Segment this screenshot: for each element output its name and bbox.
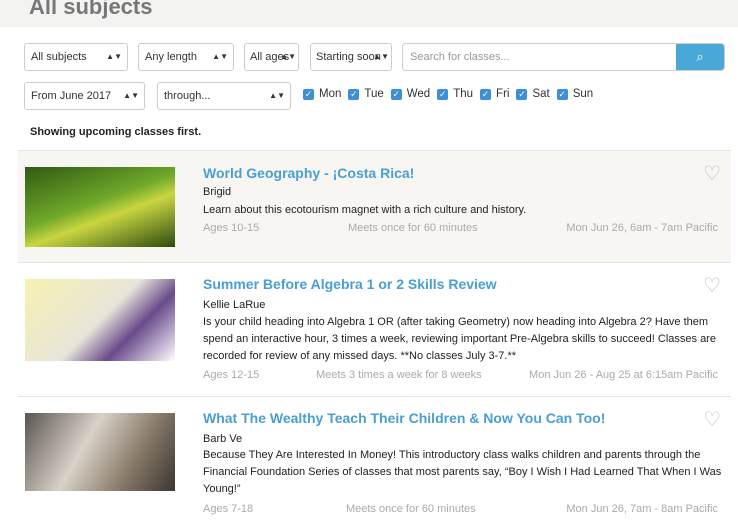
- search-button[interactable]: ⌕: [676, 44, 724, 70]
- teacher-link[interactable]: Kellie LaRue: [203, 299, 265, 311]
- checkbox-checked-icon[interactable]: ✓: [390, 88, 402, 100]
- class-time: Mon Jun 26, 6am - 7am Pacific: [566, 222, 718, 234]
- class-title-link[interactable]: What The Wealthy Teach Their Children & …: [203, 410, 605, 426]
- checkbox-checked-icon[interactable]: ✓: [516, 88, 528, 100]
- class-thumbnail-algebra[interactable]: [25, 279, 175, 361]
- class-card: What The Wealthy Teach Their Children & …: [18, 396, 731, 526]
- class-time: Mon Jun 26 - Aug 25 at 6:15am Pacific: [529, 369, 718, 381]
- day-label: Sat: [532, 88, 550, 100]
- length-select[interactable]: Any length ▲▼: [138, 43, 234, 71]
- day-label: Tue: [364, 88, 384, 100]
- class-description: Is your child heading into Algebra 1 OR …: [203, 316, 716, 362]
- sort-value: Starting soon: [316, 51, 381, 63]
- class-card: Summer Before Algebra 1 or 2 Skills Revi…: [18, 262, 731, 396]
- select-arrows-icon: ▲▼: [280, 52, 296, 61]
- length-value: Any length: [145, 51, 197, 63]
- select-arrows-icon: ▲▼: [269, 91, 285, 100]
- through-date-select[interactable]: through... ▲▼: [157, 82, 291, 110]
- class-card: World Geography - ¡Costa Rica! Brigid Le…: [18, 150, 731, 262]
- class-time: Mon Jun 26, 7am - 8am Pacific: [566, 503, 718, 515]
- day-label: Mon: [319, 88, 342, 100]
- page-title: All subjects: [29, 0, 153, 19]
- class-title-link[interactable]: Summer Before Algebra 1 or 2 Skills Revi…: [203, 276, 497, 292]
- from-date-select[interactable]: From June 2017 ▲▼: [24, 82, 145, 110]
- ages-select[interactable]: All ages ▲▼: [244, 43, 299, 71]
- favorite-heart-icon[interactable]: ♡: [703, 407, 721, 432]
- favorite-heart-icon[interactable]: ♡: [703, 161, 721, 186]
- select-arrows-icon: ▲▼: [123, 91, 139, 100]
- day-label: Wed: [406, 88, 431, 100]
- subject-select[interactable]: All subjects ▲▼: [24, 43, 128, 71]
- select-arrows-icon: ▲▼: [373, 52, 389, 61]
- day-sun[interactable]: ✓ Sun: [556, 88, 594, 100]
- sort-note: Showing upcoming classes first.: [30, 126, 202, 138]
- day-wed[interactable]: ✓ Wed: [390, 88, 431, 100]
- day-fri[interactable]: ✓ Fri: [480, 88, 509, 100]
- class-schedule: Meets once for 60 minutes: [346, 503, 476, 515]
- favorite-heart-icon[interactable]: ♡: [703, 273, 721, 298]
- day-sat[interactable]: ✓ Sat: [516, 88, 550, 100]
- search-box: ⌕: [402, 43, 725, 71]
- day-label: Fri: [496, 88, 510, 100]
- subject-value: All subjects: [31, 51, 87, 63]
- checkbox-checked-icon[interactable]: ✓: [556, 88, 568, 100]
- from-value: From June 2017: [31, 90, 112, 102]
- checkbox-checked-icon[interactable]: ✓: [348, 88, 360, 100]
- day-thu[interactable]: ✓ Thu: [437, 88, 473, 100]
- select-arrows-icon: ▲▼: [212, 52, 228, 61]
- checkbox-checked-icon[interactable]: ✓: [303, 88, 314, 100]
- day-label: Sun: [572, 88, 594, 100]
- day-filters: ✓ Mon ✓ Tue ✓ Wed ✓ Thu ✓ Fri ✓ Sat ✓ Sun: [303, 88, 593, 100]
- class-ages: Ages 7-18: [203, 503, 254, 515]
- class-thumbnail-frog[interactable]: [25, 167, 175, 247]
- class-schedule: Meets once for 60 minutes: [348, 222, 478, 234]
- checkbox-checked-icon[interactable]: ✓: [437, 88, 449, 100]
- search-input[interactable]: [403, 44, 673, 70]
- teacher-link[interactable]: Barb Ve: [203, 433, 242, 445]
- search-icon: ⌕: [696, 49, 704, 64]
- day-mon[interactable]: ✓ Mon: [303, 88, 341, 100]
- class-thumbnail-classroom[interactable]: [25, 413, 175, 491]
- class-ages: Ages 10-15: [203, 222, 260, 234]
- sort-select[interactable]: Starting soon ▲▼: [310, 43, 392, 71]
- class-ages: Ages 12-15: [203, 369, 260, 381]
- select-arrows-icon: ▲▼: [106, 52, 122, 61]
- through-value: through...: [164, 90, 211, 102]
- class-title-link[interactable]: World Geography - ¡Costa Rica!: [203, 165, 414, 181]
- page-header: All subjects: [0, 0, 738, 27]
- checkbox-checked-icon[interactable]: ✓: [480, 88, 492, 100]
- class-description: Because They Are Interested In Money! Th…: [203, 449, 722, 495]
- teacher-link[interactable]: Brigid: [203, 186, 231, 198]
- class-description: Learn about this ecotourism magnet with …: [203, 204, 527, 216]
- day-tue[interactable]: ✓ Tue: [348, 88, 384, 100]
- class-schedule: Meets 3 times a week for 8 weeks: [316, 369, 482, 381]
- day-label: Thu: [453, 88, 474, 100]
